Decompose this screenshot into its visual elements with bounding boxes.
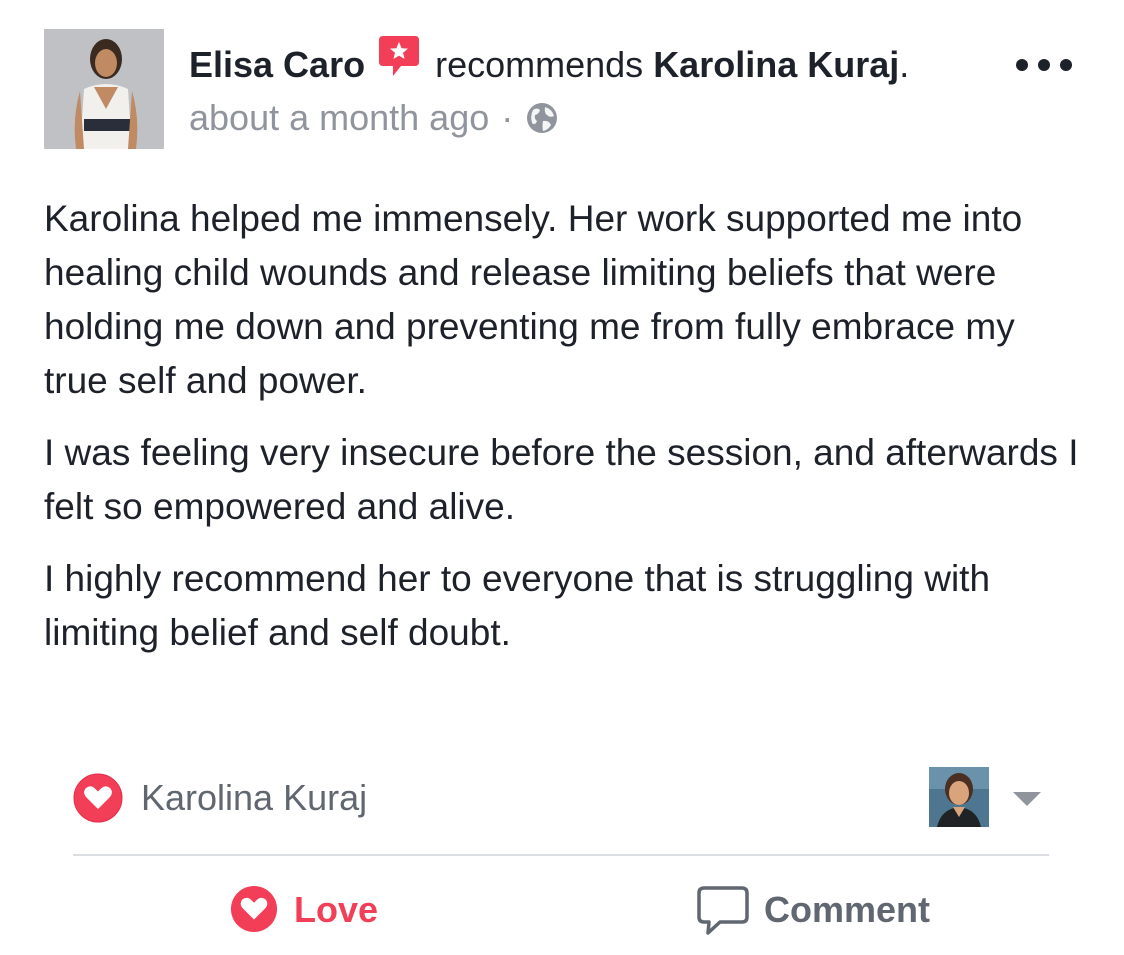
post-paragraph: Karolina helped me immensely. Her work s… <box>44 198 1023 401</box>
post-paragraph: I highly recommend her to everyone that … <box>44 558 991 653</box>
author-avatar[interactable] <box>44 29 164 149</box>
more-dot <box>1038 59 1050 71</box>
more-dot <box>1060 59 1072 71</box>
meta-separator: · <box>501 97 514 138</box>
love-icon <box>230 885 280 935</box>
reactor-name[interactable]: Karolina Kuraj <box>141 777 367 819</box>
recommendation-star-icon <box>377 34 421 80</box>
comment-label: Comment <box>764 889 931 930</box>
reactions-summary[interactable]: Karolina Kuraj <box>73 768 367 828</box>
author-name[interactable]: Elisa Caro <box>189 44 365 86</box>
header-suffix: . <box>899 44 910 85</box>
chevron-down-icon[interactable] <box>1013 792 1041 806</box>
more-dot <box>1016 59 1028 71</box>
post-body: Karolina helped me immensely. Her work s… <box>44 192 1084 678</box>
post-header: Elisa Caro recommends Karolina Kuraj . <box>189 36 910 90</box>
post-timestamp[interactable]: about a month ago <box>189 97 489 139</box>
comment-button[interactable]: Comment <box>696 882 930 938</box>
love-label: Love <box>294 889 379 930</box>
divider <box>73 854 1049 856</box>
recommends-verb: recommends <box>435 44 644 85</box>
recommended-page-name[interactable]: Karolina Kuraj <box>653 44 899 86</box>
more-options-icon[interactable] <box>1016 52 1072 78</box>
post-meta: about a month ago · <box>189 94 559 142</box>
globe-icon <box>525 101 559 135</box>
love-button[interactable]: Love <box>230 882 378 938</box>
love-reaction-icon <box>73 773 123 823</box>
post-paragraph: I was feeling very insecure before the s… <box>44 432 1079 527</box>
page-avatar[interactable] <box>929 767 989 827</box>
comment-icon <box>696 883 750 937</box>
